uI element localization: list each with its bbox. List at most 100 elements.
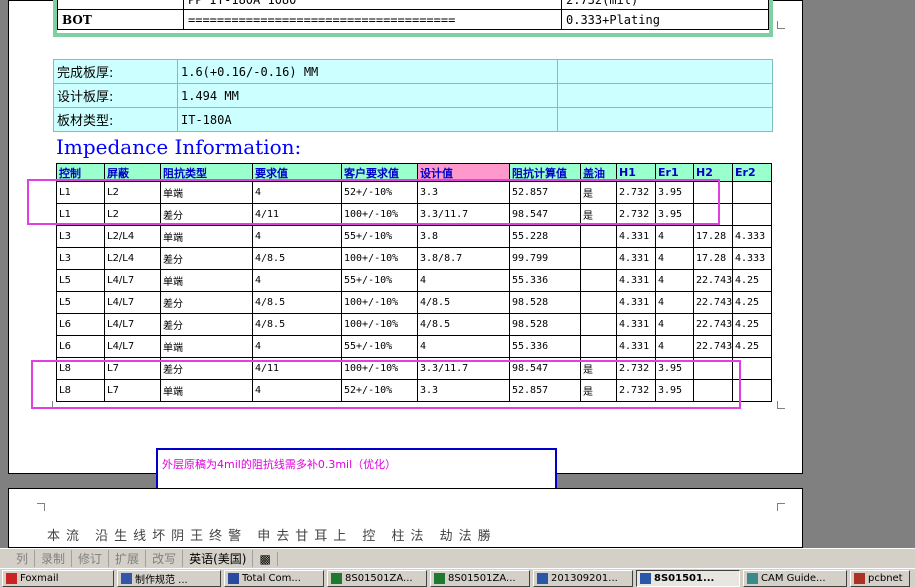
table-cell[interactable]: L4/L7	[104, 313, 161, 336]
status-language[interactable]: 英语(美国)	[183, 550, 254, 567]
table-cell[interactable]: L6	[56, 313, 105, 336]
table-cell[interactable]: 4.333	[732, 247, 772, 270]
table-cell[interactable]: 4/8.5	[417, 291, 510, 314]
table-cell[interactable]: 99.799	[509, 247, 581, 270]
table-cell[interactable]: 单端	[160, 225, 253, 248]
status-extend[interactable]: 扩展	[109, 550, 147, 567]
taskbar-label: Total Com...	[242, 572, 301, 584]
table-cell[interactable]: 4.25	[732, 269, 772, 292]
table-cell[interactable]: 差分	[160, 291, 253, 314]
table-cell[interactable]: 3.8/8.7	[417, 247, 510, 270]
table-cell[interactable]: 差分	[160, 247, 253, 270]
table-cell[interactable]: 4	[252, 269, 342, 292]
status-track-changes[interactable]: 修订	[72, 550, 110, 567]
table-cell[interactable]	[580, 225, 617, 248]
info-empty	[557, 107, 773, 132]
table-cell[interactable]: 差分	[160, 313, 253, 336]
table-cell[interactable]: 55+/-10%	[341, 269, 418, 292]
status-record[interactable]: 录制	[35, 550, 73, 567]
table-cell[interactable]: 4.331	[616, 291, 656, 314]
table-cell[interactable]: 单端	[160, 269, 253, 292]
table-cell[interactable]: L5	[56, 269, 105, 292]
table-cell[interactable]: 4.25	[732, 335, 772, 358]
table-cell[interactable]: L5	[56, 291, 105, 314]
table-cell[interactable]: L4/L7	[104, 269, 161, 292]
table-cell[interactable]: 55.336	[509, 269, 581, 292]
table-cell[interactable]: 4.25	[732, 291, 772, 314]
table-cell[interactable]: 4.331	[616, 313, 656, 336]
table-cell[interactable]: L3	[56, 247, 105, 270]
status-overtype[interactable]: 改写	[146, 550, 184, 567]
table-cell[interactable]: 22.743	[693, 291, 733, 314]
stackup-cell: PP IT-180A 1080	[183, 0, 562, 10]
table-cell[interactable]: L3	[56, 225, 105, 248]
table-cell[interactable]: 22.743	[693, 269, 733, 292]
table-cell[interactable]: 55.228	[509, 225, 581, 248]
table-cell[interactable]: 100+/-10%	[341, 313, 418, 336]
table-cell[interactable]: 4	[417, 335, 510, 358]
taskbar-label: 201309201...	[551, 572, 618, 584]
taskbar-label: Foxmail	[20, 572, 59, 584]
taskbar-button[interactable]: CAM Guide...	[743, 569, 847, 587]
word-icon	[640, 572, 651, 584]
table-cell[interactable]: 4	[252, 225, 342, 248]
table-cell[interactable]: 4	[655, 313, 694, 336]
taskbar-button[interactable]: Foxmail	[2, 569, 114, 587]
table-cell[interactable]: L2/L4	[104, 247, 161, 270]
table-cell[interactable]: 98.528	[509, 291, 581, 314]
table-cell[interactable]	[732, 203, 772, 226]
table-cell[interactable]: 4/8.5	[252, 247, 342, 270]
table-cell[interactable]: L4/L7	[104, 291, 161, 314]
table-cell[interactable]: 4.25	[732, 313, 772, 336]
table-cell[interactable]: 55+/-10%	[341, 225, 418, 248]
table-cell[interactable]: 98.528	[509, 313, 581, 336]
table-cell[interactable]: 4/8.5	[252, 291, 342, 314]
table-cell[interactable]: 17.28	[693, 247, 733, 270]
table-cell[interactable]: 100+/-10%	[341, 247, 418, 270]
table-cell[interactable]	[580, 313, 617, 336]
taskbar-button[interactable]: 8S01501...	[636, 569, 740, 587]
table-cell[interactable]: 100+/-10%	[341, 291, 418, 314]
table-cell[interactable]: 3.8	[417, 225, 510, 248]
table-cell[interactable]	[732, 181, 772, 204]
taskbar-button[interactable]: pcbnet	[850, 569, 910, 587]
table-cell[interactable]: 55.336	[509, 335, 581, 358]
table-cell[interactable]: 4/8.5	[417, 313, 510, 336]
table-cell[interactable]	[580, 247, 617, 270]
table-cell[interactable]: 4	[655, 225, 694, 248]
table-cell[interactable]: 55+/-10%	[341, 335, 418, 358]
table-cell[interactable]: 4.331	[616, 269, 656, 292]
table-cell[interactable]: 4.333	[732, 225, 772, 248]
table-cell[interactable]: 4	[655, 269, 694, 292]
taskbar-button[interactable]: 8S01501ZA...	[430, 569, 530, 587]
table-cell[interactable]: 4.331	[616, 225, 656, 248]
taskbar-button[interactable]: 制作规范 ...	[117, 569, 221, 587]
table-cell[interactable]: 4	[655, 335, 694, 358]
table-cell[interactable]	[580, 291, 617, 314]
table-cell[interactable]: L6	[56, 335, 105, 358]
table-cell[interactable]: 22.743	[693, 313, 733, 336]
corner-mark	[37, 503, 45, 511]
table-cell[interactable]: 4/8.5	[252, 313, 342, 336]
table-cell[interactable]: 17.28	[693, 225, 733, 248]
taskbar-button[interactable]: 8S01501ZA...	[327, 569, 427, 587]
info-value: 1.6(+0.16/-0.16) MM	[177, 59, 558, 84]
table-cell[interactable]: L2/L4	[104, 225, 161, 248]
status-column[interactable]: 列	[0, 550, 36, 567]
table-cell[interactable]: 4	[417, 269, 510, 292]
taskbar-button[interactable]: Total Com...	[224, 569, 324, 587]
table-cell[interactable]: 4	[655, 291, 694, 314]
table-cell[interactable]: 单端	[160, 335, 253, 358]
table-cell[interactable]: 4	[655, 247, 694, 270]
table-cell[interactable]: 4	[252, 335, 342, 358]
taskbar-label: 8S01501ZA...	[345, 572, 413, 584]
table-cell[interactable]: 4.331	[616, 247, 656, 270]
table-cell[interactable]	[580, 269, 617, 292]
table-cell[interactable]: 22.743	[693, 335, 733, 358]
table-cell[interactable]: 4.331	[616, 335, 656, 358]
table-cell[interactable]	[580, 335, 617, 358]
status-book-icon[interactable]: ▩	[253, 551, 278, 566]
corner-mark	[777, 503, 785, 511]
table-cell[interactable]: L4/L7	[104, 335, 161, 358]
taskbar-button[interactable]: 201309201...	[533, 569, 633, 587]
